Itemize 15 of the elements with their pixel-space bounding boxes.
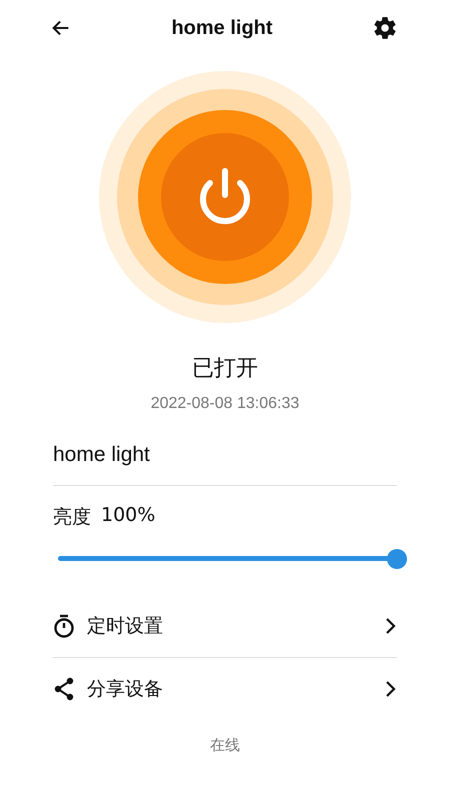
chevron-icon [385, 680, 397, 698]
status-text: 已打开 [191, 355, 259, 383]
online-status: 在线 [209, 736, 241, 755]
stopwatch-icon [53, 614, 75, 638]
device-name: home light [53, 443, 397, 486]
settings-icon[interactable] [372, 15, 398, 41]
share-icon [53, 677, 75, 701]
chevron-icon [385, 617, 397, 635]
page-title: home light [171, 16, 273, 40]
timestamp: 2022-08-08 13:06:33 [150, 395, 300, 413]
menu-item[interactable]: 分享设备 [53, 658, 397, 720]
brightness-label: 亮度 [53, 505, 91, 530]
brightness-value: 100% [101, 504, 156, 528]
power-button[interactable] [99, 71, 351, 323]
menu-item[interactable]: 定时设置 [53, 595, 397, 658]
